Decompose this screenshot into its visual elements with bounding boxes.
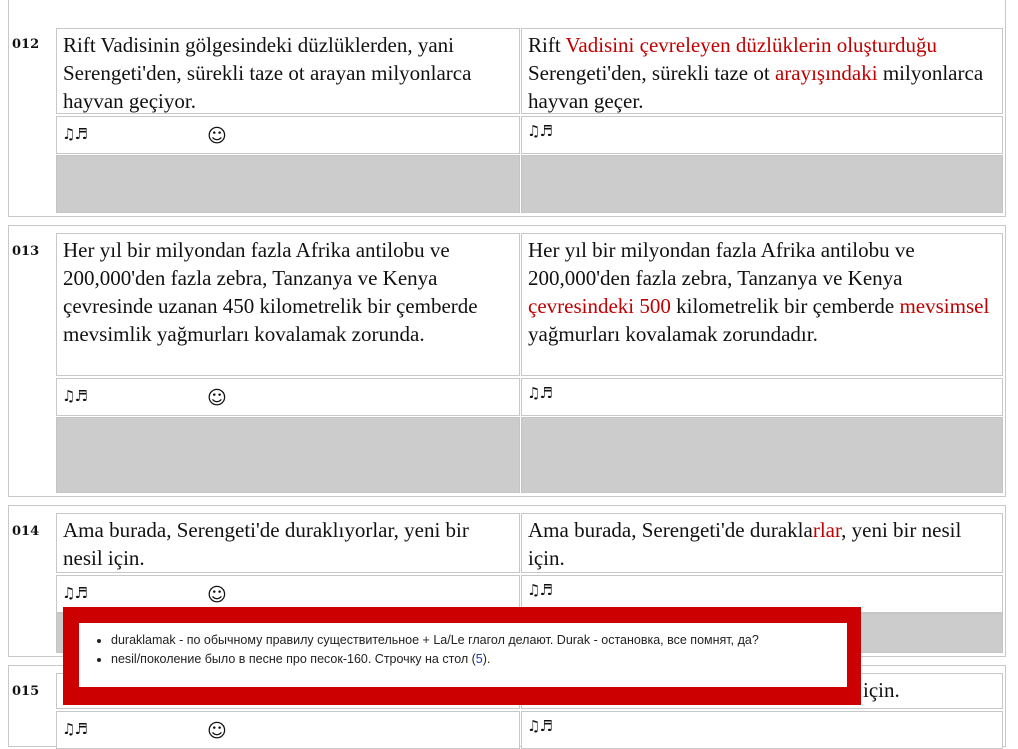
hint-link[interactable]: 5 <box>476 652 483 666</box>
translation-correction: rlar <box>812 518 842 542</box>
translation-text-cell[interactable]: Her yıl bir milyondan fazla Afrika antil… <box>521 233 1003 376</box>
entry-number: 015 <box>12 684 40 699</box>
music-notes-icon[interactable]: ♫♬ <box>62 125 88 143</box>
audio-cell: ♫♬ ☺ <box>56 378 520 416</box>
audio-cell: ♫♬ <box>521 116 1003 154</box>
translation-correction: çevresindeki 500 <box>528 294 671 318</box>
hint-item: nesil/поколение было в песне про песок-1… <box>111 650 837 669</box>
source-text: Ama burada, Serengeti'de duraklıyorlar, … <box>63 518 469 570</box>
translation-text-cell[interactable]: Rift Vadisini çevreleyen düzlüklerin olu… <box>521 28 1003 114</box>
comment-area[interactable] <box>521 155 1003 213</box>
smiley-icon[interactable]: ☺ <box>207 584 227 606</box>
audio-cell: ♫♬ <box>521 711 1003 749</box>
translation-text-cell[interactable]: Ama burada, Serengeti'de duraklarlar, ye… <box>521 513 1003 573</box>
comment-area[interactable] <box>56 417 520 493</box>
smiley-icon[interactable]: ☺ <box>207 720 227 742</box>
source-text-cell: Ama burada, Serengeti'de duraklıyorlar, … <box>56 513 520 573</box>
music-notes-icon[interactable]: ♫♬ <box>527 384 553 402</box>
smiley-icon[interactable]: ☺ <box>207 125 227 147</box>
music-notes-icon[interactable]: ♫♬ <box>62 387 88 405</box>
source-text: Rift Vadisinin gölgesindeki düzlüklerden… <box>63 33 472 113</box>
translation-text: Serengeti'den, sürekli taze ot <box>528 61 775 85</box>
translation-correction: Vadisini çevreleyen düzlüklerin oluşturd… <box>565 33 938 57</box>
hint-list: duraklamak - по обычному правилу существ… <box>79 631 837 669</box>
translation-correction: arayışındaki <box>774 61 878 85</box>
hint-text: nesil/поколение было в песне про песок-1… <box>111 652 476 666</box>
hint-item: duraklamak - по обычному правилу существ… <box>111 631 837 650</box>
translation-text: Her yıl bir milyondan fazla Afrika antil… <box>528 238 915 290</box>
music-notes-icon[interactable]: ♫♬ <box>527 122 553 140</box>
translation-text: kilometrelik bir çemberde <box>670 294 900 318</box>
translation-correction: mevsimsel <box>899 294 990 318</box>
entry-number: 014 <box>12 524 40 539</box>
translation-text: yağmurları kovalamak zorundadır. <box>528 322 818 346</box>
translation-text: Rift <box>528 33 566 57</box>
source-text: Her yıl bir milyondan fazla Afrika antil… <box>63 238 478 346</box>
music-notes-icon[interactable]: ♫♬ <box>527 581 553 599</box>
audio-cell: ♫♬ ☺ <box>56 116 520 154</box>
music-notes-icon[interactable]: ♫♬ <box>62 584 88 602</box>
hint-popup-content: duraklamak - по обычному правилу существ… <box>79 623 847 687</box>
hint-popup: duraklamak - по обычному правилу существ… <box>63 607 861 705</box>
source-text-cell: Her yıl bir milyondan fazla Afrika antil… <box>56 233 520 376</box>
source-text-cell: Rift Vadisinin gölgesindeki düzlüklerden… <box>56 28 520 114</box>
translation-text: için. <box>863 678 900 702</box>
comment-area[interactable] <box>521 417 1003 493</box>
translation-text: Ama burada, Serengeti'de durakla <box>528 518 813 542</box>
audio-cell: ♫♬ <box>521 378 1003 416</box>
hint-text: duraklamak - по обычному правилу существ… <box>111 633 759 647</box>
hint-text: ). <box>482 652 491 666</box>
comment-area[interactable] <box>56 155 520 213</box>
entry-number: 012 <box>12 37 40 52</box>
music-notes-icon[interactable]: ♫♬ <box>62 720 88 738</box>
audio-cell: ♫♬ ☺ <box>56 711 520 749</box>
entry-number: 013 <box>12 244 40 259</box>
smiley-icon[interactable]: ☺ <box>207 387 227 409</box>
music-notes-icon[interactable]: ♫♬ <box>527 717 553 735</box>
